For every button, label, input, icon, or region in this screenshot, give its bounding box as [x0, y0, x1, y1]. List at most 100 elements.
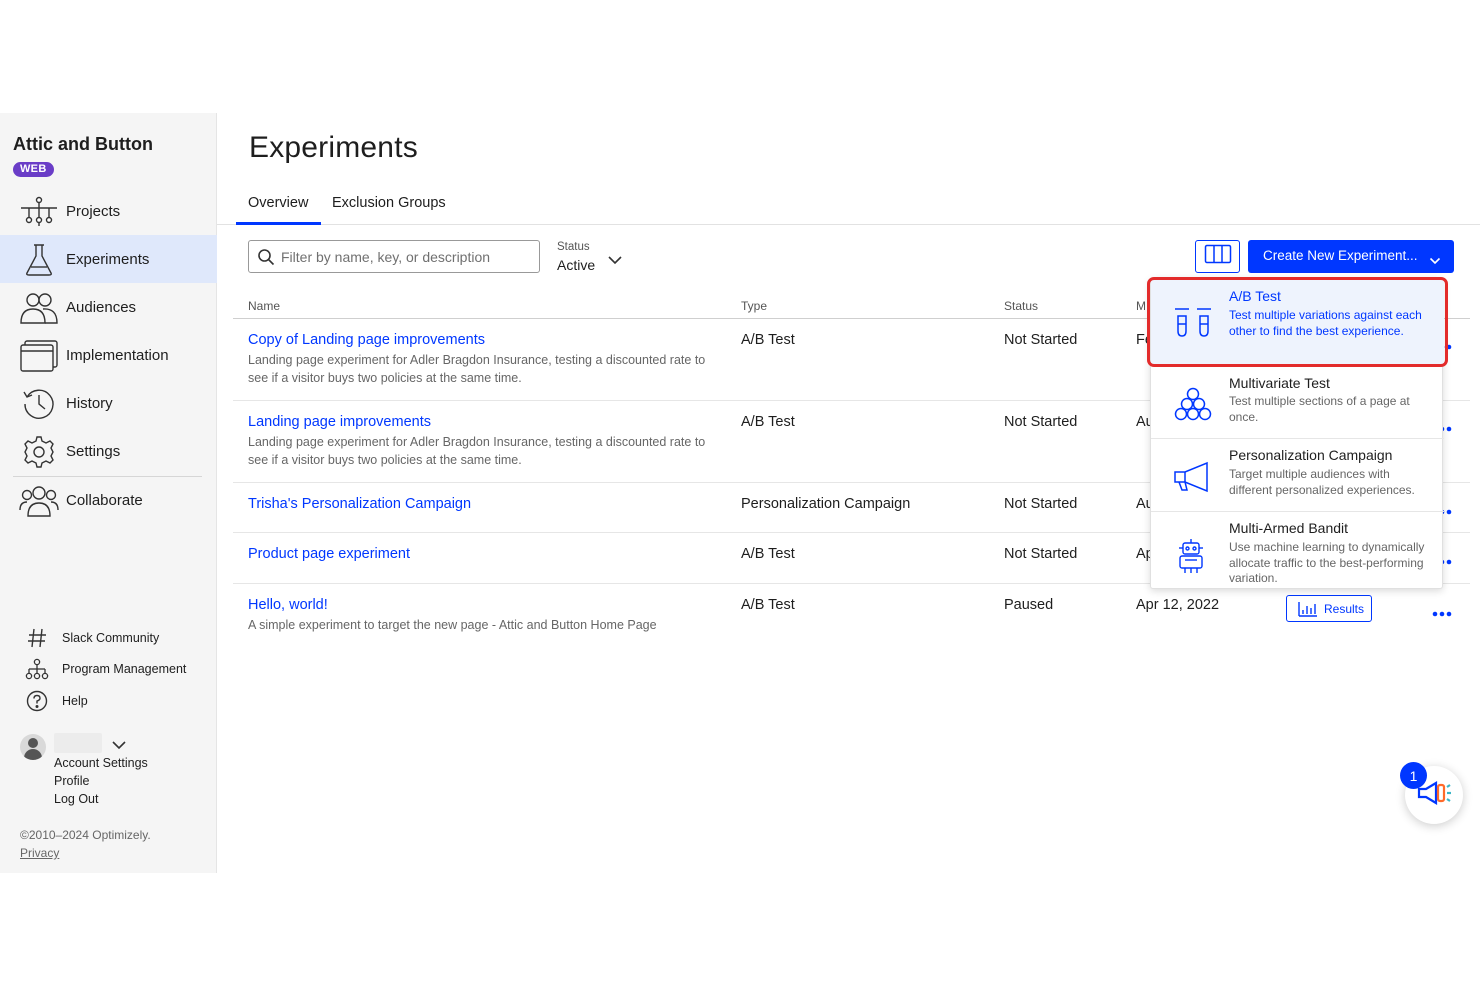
menu-item-personalization-campaign[interactable]: Personalization Campaign Target multiple…	[1151, 439, 1444, 511]
column-header-modified[interactable]: M	[1136, 299, 1146, 313]
experiment-name-link[interactable]: Hello, world!	[248, 597, 328, 613]
experiment-status: Paused	[1004, 597, 1054, 613]
avatar[interactable]	[20, 734, 46, 760]
logout-link[interactable]: Log Out	[54, 792, 98, 806]
search-icon	[257, 248, 275, 271]
hashtag-icon	[24, 626, 50, 650]
sidebar-item-implementation[interactable]: Implementation	[0, 331, 217, 379]
help-link[interactable]: Help	[24, 689, 88, 713]
experiment-name-link[interactable]: Copy of Landing page improvements	[248, 332, 485, 348]
create-experiment-menu: A/B Test Test multiple variations agains…	[1150, 278, 1444, 590]
menu-item-description: Test multiple variations against each ot…	[1229, 308, 1422, 338]
help-icon	[24, 689, 50, 713]
chevron-down-icon[interactable]	[111, 737, 127, 755]
program-management-link[interactable]: Program Management	[24, 657, 186, 681]
menu-item-title: Multivariate Test	[1229, 375, 1330, 391]
create-button-label: Create New Experiment...	[1263, 248, 1418, 263]
sidebar-item-experiments[interactable]: Experiments	[0, 235, 217, 283]
robot-icon	[1173, 538, 1209, 579]
bar-chart-icon	[1298, 601, 1318, 622]
page-title: Experiments	[249, 131, 418, 164]
experiment-name-link[interactable]: Product page experiment	[248, 546, 410, 562]
tab-overview[interactable]: Overview	[248, 195, 308, 211]
projects-icon	[18, 195, 60, 229]
experiment-type: A/B Test	[741, 597, 795, 613]
experiment-modified: Apr 12, 2022	[1136, 597, 1220, 613]
status-filter-value: Active	[557, 257, 596, 273]
history-icon	[18, 387, 60, 421]
flask-icon	[18, 243, 60, 277]
experiment-name-link[interactable]: Trisha's Personalization Campaign	[248, 496, 471, 512]
platform-badge: WEB	[13, 162, 54, 177]
experiment-status: Not Started	[1004, 546, 1078, 562]
sidebar-item-settings[interactable]: Settings	[0, 427, 217, 475]
sidebar-item-label: Projects	[66, 202, 121, 220]
table-row: Hello, world! A simple experiment to tar…	[233, 584, 1470, 644]
account-settings-link[interactable]: Account Settings	[54, 756, 148, 770]
menu-item-title: Multi-Armed Bandit	[1229, 520, 1349, 536]
column-header-type[interactable]: Type	[741, 299, 767, 313]
notification-badge: 1	[1400, 762, 1427, 789]
tab-exclusion-groups[interactable]: Exclusion Groups	[332, 195, 446, 211]
active-tab-indicator	[236, 222, 321, 225]
search-input[interactable]	[281, 245, 531, 269]
sidebar: Attic and Button WEB Projects Experiment…	[0, 113, 217, 873]
experiment-description: Landing page experiment for Adler Bragdo…	[248, 353, 706, 385]
experiment-type: A/B Test	[741, 332, 795, 348]
menu-item-title: Personalization Campaign	[1229, 447, 1393, 463]
chevron-down-icon	[607, 252, 623, 270]
copyright: ©2010–2024 Optimizely.	[20, 828, 151, 842]
project-name[interactable]: Attic and Button	[13, 134, 153, 155]
audiences-icon	[18, 291, 60, 325]
results-button[interactable]: Results	[1286, 595, 1372, 622]
sidebar-item-label: Settings	[66, 442, 121, 460]
test-tubes-icon	[1173, 306, 1213, 343]
util-label: Slack Community	[62, 631, 160, 645]
collaborate-icon	[18, 484, 60, 518]
menu-item-multi-armed-bandit[interactable]: Multi-Armed Bandit Use machine learning …	[1151, 512, 1444, 590]
menu-item-description: Target multiple audiences with different…	[1229, 467, 1415, 497]
columns-icon	[1204, 244, 1232, 269]
circles-icon	[1173, 387, 1213, 426]
experiment-description: Landing page experiment for Adler Bragdo…	[248, 435, 706, 467]
create-new-experiment-button[interactable]: Create New Experiment...	[1248, 240, 1454, 273]
privacy-link[interactable]: Privacy	[20, 846, 59, 860]
megaphone-icon	[1173, 461, 1213, 498]
sidebar-item-label: History	[66, 394, 113, 412]
sidebar-item-collaborate[interactable]: Collaborate	[0, 476, 217, 524]
user-name	[54, 733, 102, 753]
sidebar-item-audiences[interactable]: Audiences	[0, 283, 217, 331]
org-chart-icon	[24, 657, 50, 681]
experiment-type: Personalization Campaign	[741, 496, 911, 512]
column-header-name[interactable]: Name	[248, 299, 280, 313]
menu-item-multivariate-test[interactable]: Multivariate Test Test multiple sections…	[1151, 367, 1444, 438]
gear-icon	[18, 435, 60, 469]
sidebar-item-projects[interactable]: Projects	[0, 187, 217, 235]
sidebar-item-label: Implementation	[66, 346, 169, 364]
experiment-type: A/B Test	[741, 546, 795, 562]
implementation-icon	[18, 339, 60, 373]
experiment-name-link[interactable]: Landing page improvements	[248, 414, 431, 430]
status-filter-label: Status	[557, 241, 590, 253]
menu-item-description: Test multiple sections of a page at once…	[1229, 394, 1410, 424]
sidebar-item-label: Experiments	[66, 250, 150, 268]
columns-toggle-button[interactable]	[1195, 240, 1240, 273]
sidebar-item-label: Audiences	[66, 298, 137, 316]
experiment-status: Not Started	[1004, 332, 1078, 348]
column-header-status[interactable]: Status	[1004, 299, 1038, 313]
chevron-down-icon	[1429, 252, 1441, 270]
experiment-status: Not Started	[1004, 496, 1078, 512]
util-label: Help	[62, 694, 88, 708]
experiment-status: Not Started	[1004, 414, 1078, 430]
status-filter-dropdown[interactable]: Status Active	[557, 241, 637, 275]
experiment-description: A simple experiment to target the new pa…	[248, 618, 657, 632]
search-field[interactable]	[248, 240, 540, 273]
menu-item-title: A/B Test	[1229, 288, 1281, 304]
sidebar-item-label: Collaborate	[66, 491, 143, 509]
more-options-icon[interactable]	[1432, 604, 1452, 622]
profile-link[interactable]: Profile	[54, 774, 89, 788]
util-label: Program Management	[62, 662, 187, 676]
slack-community-link[interactable]: Slack Community	[24, 626, 159, 650]
sidebar-item-history[interactable]: History	[0, 379, 217, 427]
menu-item-ab-test[interactable]: A/B Test Test multiple variations agains…	[1151, 279, 1444, 366]
